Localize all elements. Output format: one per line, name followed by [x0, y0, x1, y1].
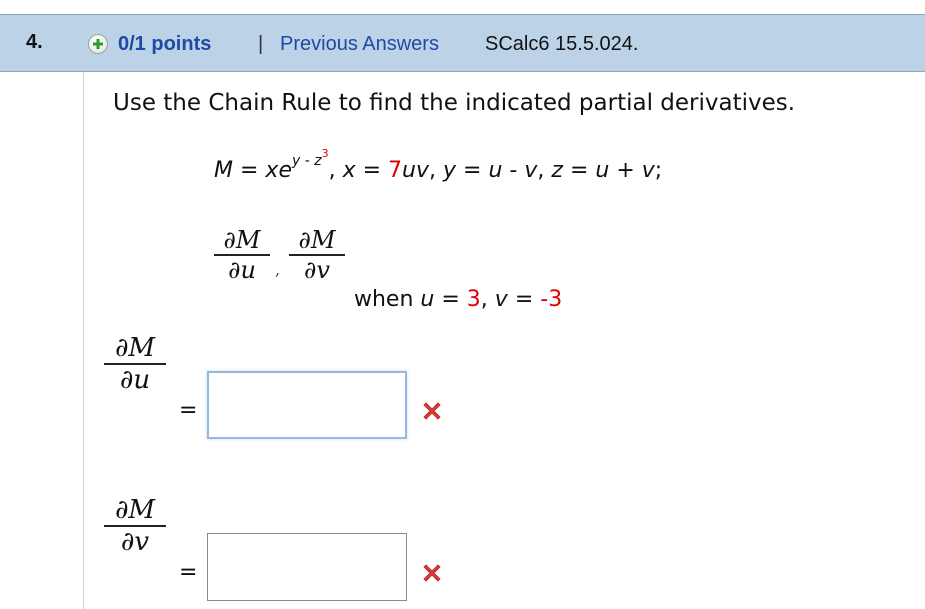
- u-value: 3: [466, 287, 481, 312]
- answer-2-fraction: ∂M ∂v: [104, 495, 166, 557]
- derivative-comma: ,: [275, 260, 281, 279]
- problem-reference: SCalc6 15.5.024.: [485, 33, 639, 55]
- points-link[interactable]: 0/1 points: [118, 33, 211, 56]
- exponent: y - z3: [291, 147, 329, 169]
- question-number: 4.: [26, 31, 43, 53]
- left-divider: [83, 72, 84, 609]
- incorrect-x-icon: [423, 564, 441, 582]
- v-value: -3: [540, 287, 563, 312]
- var-M: M: [214, 158, 233, 183]
- previous-answers-link[interactable]: Previous Answers: [280, 33, 439, 56]
- derivative-dM-dv: ∂M ∂v: [289, 226, 345, 284]
- question-header: 4. 0/1 points | Previous Answers SCalc6 …: [0, 14, 925, 72]
- evaluation-condition: when u = 3, v = -3: [354, 287, 563, 312]
- function-definition: M = xey - z3, x = 7uv, y = u - v, z = u …: [214, 147, 663, 183]
- answer-2-equals: =: [179, 560, 198, 585]
- x-coefficient: 7: [388, 158, 403, 183]
- answer-1-fraction: ∂M ∂u: [104, 333, 166, 395]
- answer-1-equals: =: [179, 398, 198, 423]
- answer-1-input[interactable]: [207, 371, 407, 439]
- incorrect-x-icon: [423, 402, 441, 420]
- header-separator: |: [258, 33, 264, 55]
- answer-2-input[interactable]: [207, 533, 407, 601]
- expand-plus-icon[interactable]: [88, 34, 108, 54]
- question-instruction: Use the Chain Rule to find the indicated…: [113, 90, 796, 116]
- derivative-dM-du: ∂M ∂u: [214, 226, 270, 284]
